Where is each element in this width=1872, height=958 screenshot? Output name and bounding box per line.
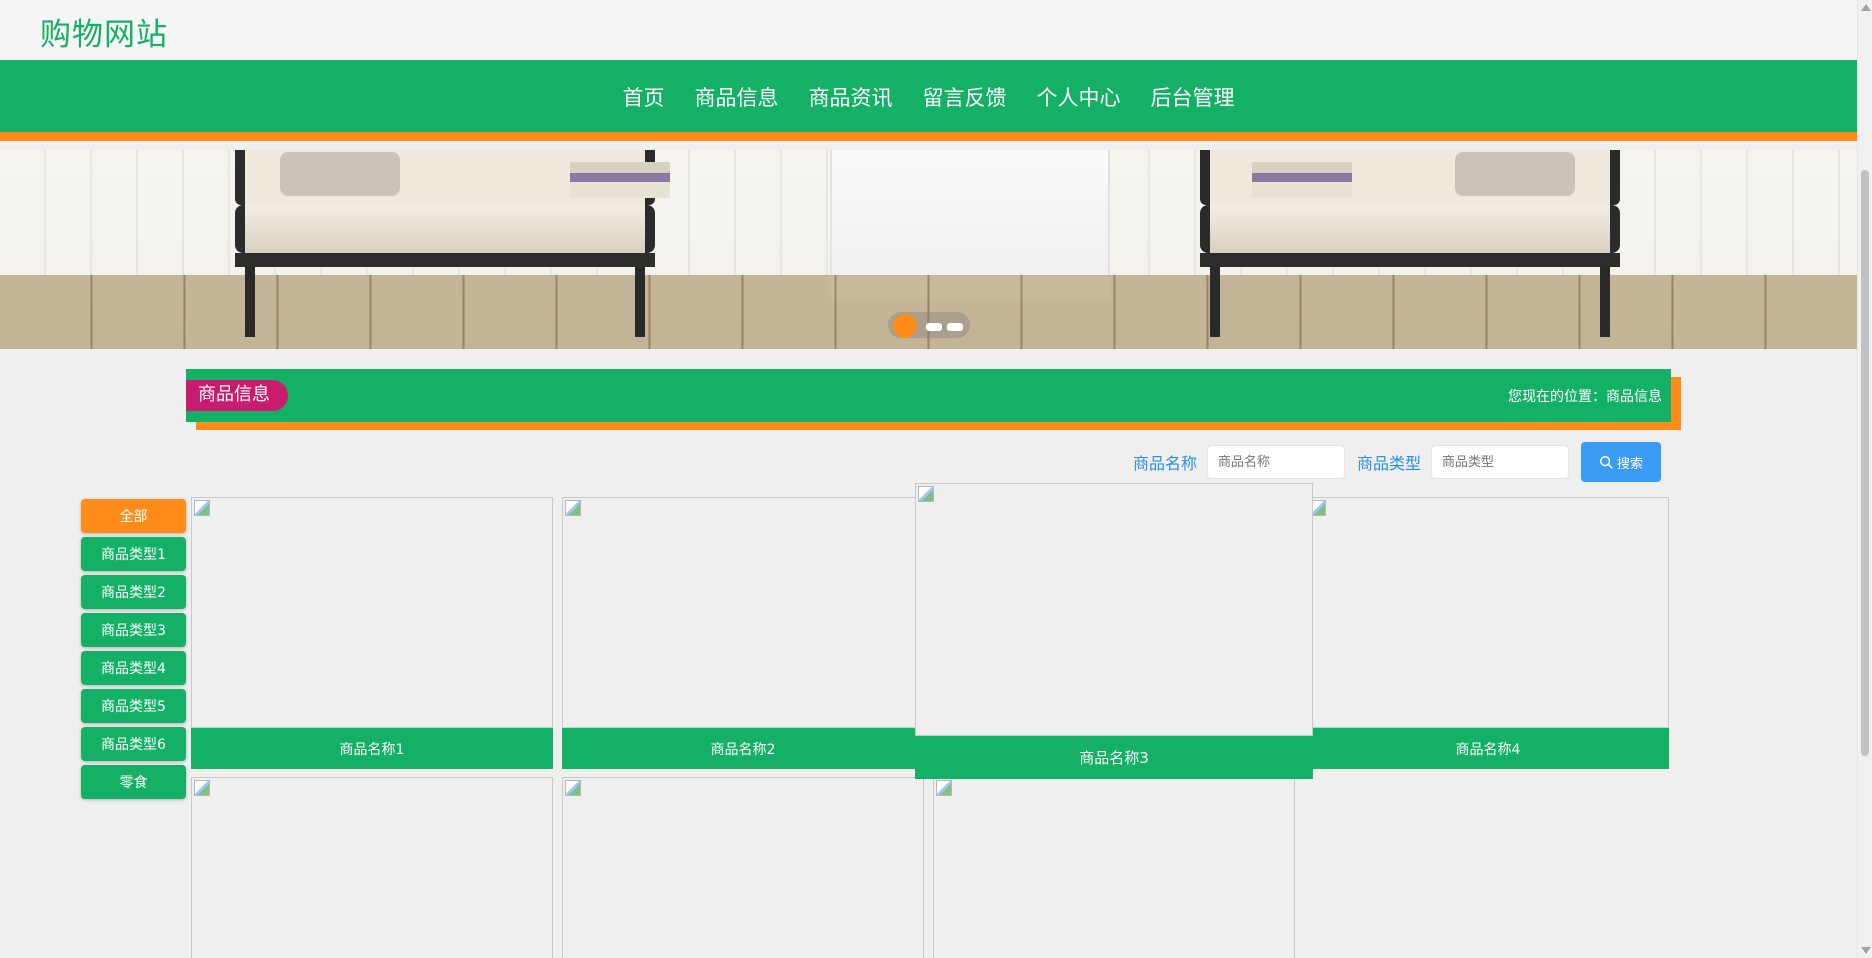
broken-image-icon <box>194 500 210 516</box>
category-snacks[interactable]: 零食 <box>81 765 186 799</box>
top-bar: 购物网站 <box>0 0 1857 60</box>
carousel-dot-3[interactable] <box>947 323 963 331</box>
search-bar: 商品名称 商品类型 搜索 <box>1133 442 1661 482</box>
product-image[interactable] <box>191 497 553 728</box>
product-card[interactable]: 商品名称2 <box>562 497 924 769</box>
breadcrumb: 您现在的位置：商品信息 <box>1508 389 1662 405</box>
product-card-hovered[interactable]: 商品名称3 <box>915 483 1313 779</box>
product-name[interactable]: 商品名称2 <box>562 728 924 769</box>
nav-item-profile[interactable]: 个人中心 <box>1022 82 1136 112</box>
category-type-5[interactable]: 商品类型5 <box>81 689 186 723</box>
product-card[interactable]: 商品名称4 <box>1307 497 1669 769</box>
banner-sofa-right <box>1160 150 1660 349</box>
category-sidebar: 全部 商品类型1 商品类型2 商品类型3 商品类型4 商品类型5 商品类型6 零… <box>81 499 186 803</box>
scroll-up-arrow-icon[interactable] <box>1861 4 1871 11</box>
category-type-6[interactable]: 商品类型6 <box>81 727 186 761</box>
product-name[interactable]: 商品名称1 <box>191 728 553 769</box>
broken-image-icon <box>936 780 952 796</box>
section-title: 商品信息 <box>186 380 288 411</box>
product-name[interactable]: 商品名称3 <box>915 736 1313 779</box>
product-image[interactable] <box>915 483 1313 736</box>
category-all[interactable]: 全部 <box>81 499 186 533</box>
scroll-down-arrow-icon[interactable] <box>1861 947 1871 954</box>
nav-item-feedback[interactable]: 留言反馈 <box>908 82 1022 112</box>
nav-item-home[interactable]: 首页 <box>608 82 680 112</box>
category-type-1[interactable]: 商品类型1 <box>81 537 186 571</box>
carousel-dot-2[interactable] <box>926 323 942 331</box>
carousel-indicators <box>888 312 970 338</box>
banner-sofa-left <box>195 150 695 349</box>
broken-image-icon <box>918 486 934 502</box>
nav-items: 首页 商品信息 商品资讯 留言反馈 个人中心 后台管理 <box>0 82 1857 112</box>
page-scrollbar[interactable] <box>1857 0 1872 958</box>
broken-image-icon <box>565 780 581 796</box>
search-button-label: 搜索 <box>1616 456 1643 472</box>
product-name-input[interactable] <box>1206 445 1345 479</box>
category-type-2[interactable]: 商品类型2 <box>81 575 186 609</box>
product-type-label: 商品类型 <box>1356 454 1421 473</box>
nav-item-news[interactable]: 商品资讯 <box>794 82 908 112</box>
product-image[interactable] <box>1307 497 1669 728</box>
search-button[interactable]: 搜索 <box>1581 442 1661 482</box>
section-header: 商品信息 您现在的位置：商品信息 <box>186 369 1671 422</box>
product-name-label: 商品名称 <box>1132 454 1197 473</box>
product-image[interactable] <box>933 777 1295 958</box>
carousel-dot-1[interactable] <box>893 314 917 338</box>
product-type-input[interactable] <box>1431 445 1569 479</box>
scroll-thumb[interactable] <box>1861 170 1869 756</box>
product-card[interactable] <box>191 777 553 958</box>
main-nav: 首页 商品信息 商品资讯 留言反馈 个人中心 后台管理 <box>0 60 1857 141</box>
broken-image-icon <box>565 500 581 516</box>
product-card[interactable]: 商品名称1 <box>191 497 553 769</box>
product-image[interactable] <box>191 777 553 958</box>
product-card[interactable] <box>562 777 924 958</box>
page: 购物网站 首页 商品信息 商品资讯 留言反馈 个人中心 后台管理 商品信息 您现… <box>0 0 1872 958</box>
banner-carousel[interactable] <box>0 150 1857 349</box>
nav-item-products[interactable]: 商品信息 <box>680 82 794 112</box>
site-title[interactable]: 购物网站 <box>40 9 168 54</box>
product-card[interactable] <box>933 777 1295 958</box>
category-type-4[interactable]: 商品类型4 <box>81 651 186 685</box>
category-type-3[interactable]: 商品类型3 <box>81 613 186 647</box>
broken-image-icon <box>194 780 210 796</box>
product-name[interactable]: 商品名称4 <box>1307 728 1669 769</box>
product-image[interactable] <box>562 777 924 958</box>
nav-item-admin[interactable]: 后台管理 <box>1136 82 1250 112</box>
product-image[interactable] <box>562 497 924 728</box>
search-icon <box>1600 456 1613 469</box>
